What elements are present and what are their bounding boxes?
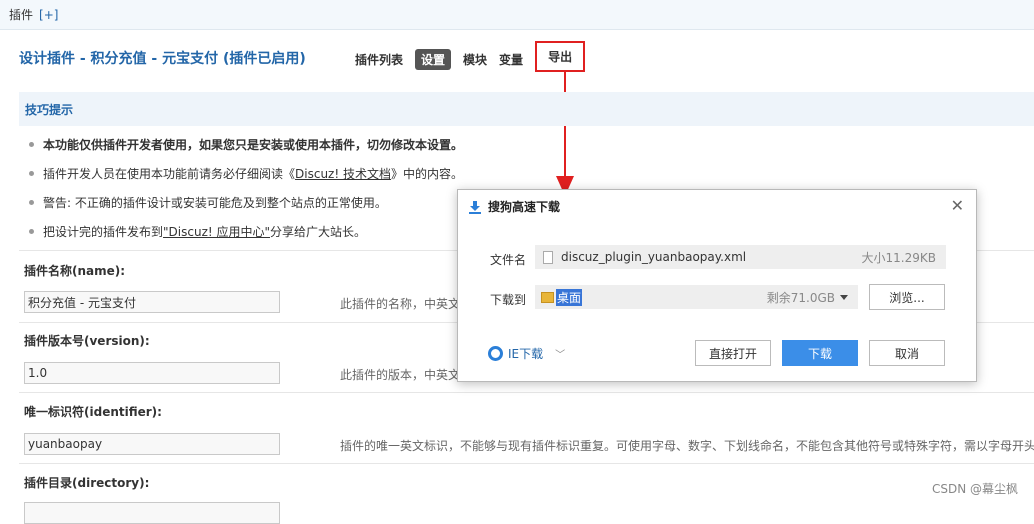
chevron-down-icon[interactable]: ﹀ [555, 346, 565, 361]
filename-field[interactable]: discuz_plugin_yuanbaopay.xml 大小11.29KB [535, 245, 946, 269]
identifier-input[interactable] [24, 433, 280, 455]
bullet-icon [29, 229, 34, 234]
free-space: 剩余71.0GB [767, 289, 848, 306]
divider [19, 392, 1034, 393]
chevron-down-icon[interactable] [840, 294, 848, 300]
name-input[interactable] [24, 291, 280, 313]
cancel-button[interactable]: 取消 [869, 340, 945, 366]
folder-icon [541, 291, 554, 303]
tip-text-post: 分享给广大站长。 [270, 225, 367, 239]
expand-plus-link[interactable]: [+] [39, 8, 58, 22]
download-button[interactable]: 下载 [782, 340, 858, 366]
tip-item: 本功能仅供插件开发者使用，如果您只是安装或使用本插件，切勿修改本设置。 [19, 130, 1034, 159]
open-direct-button[interactable]: 直接打开 [695, 340, 771, 366]
save-to-label: 下载到 [490, 293, 527, 307]
tip-text: 本功能仅供插件开发者使用，如果您只是安装或使用本插件，切勿修改本设置。 [43, 138, 464, 152]
app-center-link[interactable]: "Discuz! 应用中心" [163, 223, 270, 240]
nav-variables[interactable]: 变量 [499, 51, 523, 68]
tip-text-pre: 把设计完的插件发布到 [43, 225, 164, 239]
tip-text-post: 》中的内容。 [390, 167, 463, 181]
dialog-title: 搜狗高速下载 [468, 198, 560, 215]
version-field-desc: 此插件的版本，中英文 [340, 368, 461, 382]
nav-plugin-list[interactable]: 插件列表 [355, 51, 403, 68]
divider [19, 463, 1034, 464]
page-title: 设计插件 - 积分充值 - 元宝支付 (插件已启用) [19, 51, 306, 67]
nav-export[interactable]: 导出 [535, 41, 586, 72]
file-icon [543, 250, 553, 264]
bullet-icon [29, 142, 34, 147]
identifier-field-label: 唯一标识符(identifier): [24, 405, 162, 419]
name-field-label: 插件名称(name): [24, 264, 126, 278]
tip-item: 插件开发人员在使用本功能前请务必仔细阅读《 Discuz! 技术文档 》中的内容… [19, 159, 1034, 188]
ie-icon [488, 346, 503, 361]
download-dialog: 搜狗高速下载 ✕ 文件名 discuz_plugin_yuanbaopay.xm… [457, 189, 977, 382]
name-field-desc: 此插件的名称，中英文 [340, 297, 461, 311]
directory-input[interactable] [24, 502, 280, 524]
watermark: CSDN @幕尘枫 [931, 482, 1018, 496]
save-dir-select[interactable]: 桌面 剩余71.0GB [535, 285, 858, 309]
dialog-title-text: 搜狗高速下载 [488, 200, 561, 214]
breadcrumb-label: 插件 [9, 8, 34, 22]
file-size: 大小11.29KB [861, 250, 936, 265]
nav-modules[interactable]: 模块 [463, 51, 487, 68]
free-space-text: 剩余71.0GB [766, 290, 835, 305]
identifier-field-desc: 插件的唯一英文标识，不能够与现有插件标识重复。可使用字母、数字、下划线命名，不能… [340, 439, 1034, 453]
browse-button[interactable]: 浏览... [869, 284, 945, 310]
directory-field-label: 插件目录(directory): [24, 476, 150, 490]
version-input[interactable] [24, 362, 280, 384]
tips-heading: 技巧提示 [19, 92, 1034, 126]
bullet-icon [29, 171, 34, 176]
ie-download-label: IE下载 [508, 347, 544, 361]
nav-settings[interactable]: 设置 [415, 49, 452, 70]
download-icon [469, 200, 481, 214]
tip-text: 警告: 不正确的插件设计或安装可能危及到整个站点的正常使用。 [43, 196, 387, 210]
version-field-label: 插件版本号(version): [24, 334, 150, 348]
title-bar: 设计插件 - 积分充值 - 元宝支付 (插件已启用) 插件列表 设置 模块 变量… [0, 38, 1034, 78]
ie-download-link[interactable]: IE下载 ﹀ [488, 345, 565, 362]
filename-label: 文件名 [490, 253, 527, 267]
close-icon[interactable]: ✕ [951, 196, 964, 215]
bullet-icon [29, 200, 34, 205]
plugin-nav: 插件列表 设置 模块 变量 导出 [355, 41, 597, 72]
top-breadcrumb: 插件 [+] [0, 0, 1034, 30]
tech-doc-link[interactable]: Discuz! 技术文档 [295, 165, 391, 182]
save-dir-value: 桌面 [556, 288, 583, 306]
tip-text-pre: 插件开发人员在使用本功能前请务必仔细阅读《 [43, 167, 296, 181]
filename-value: discuz_plugin_yuanbaopay.xml [561, 250, 747, 264]
